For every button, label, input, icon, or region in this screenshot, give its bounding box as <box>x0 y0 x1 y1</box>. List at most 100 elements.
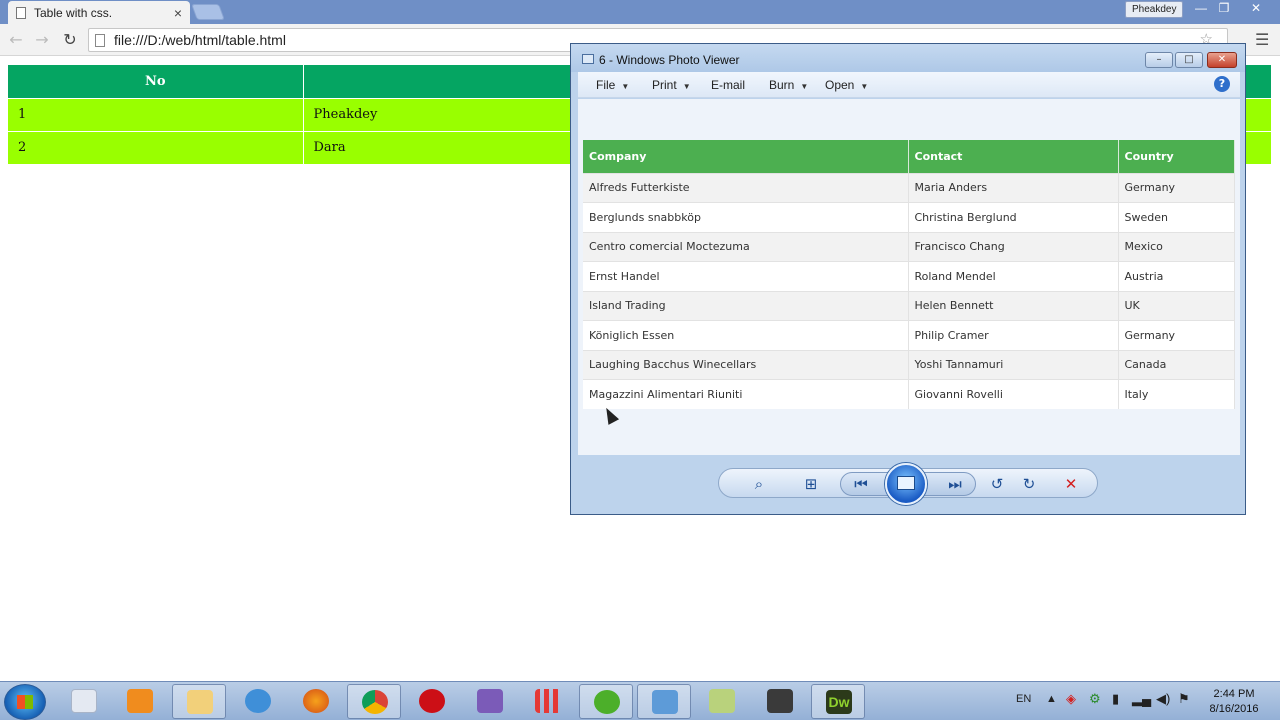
internet-explorer-icon <box>245 689 271 713</box>
forward-icon[interactable]: → <box>31 29 53 51</box>
viewer-titlebar[interactable]: 6 - Windows Photo Viewer – □ ✕ <box>571 44 1245 72</box>
taskbar-file-explorer[interactable] <box>172 684 226 719</box>
app-grid-icon <box>535 689 561 713</box>
cell-contact: Francisco Chang <box>908 231 1119 262</box>
taskbar-app-grid[interactable] <box>521 684 575 719</box>
tab-title: Table with css. <box>34 5 113 20</box>
browser-tab[interactable]: Table with css. × <box>8 1 190 24</box>
clock-date: 8/16/2016 <box>1209 703 1259 715</box>
dropdown-arrow-icon: ▼ <box>621 82 630 91</box>
dropdown-arrow-icon: ▼ <box>860 82 869 91</box>
table-row: Alfreds Futterkiste Maria Anders Germany <box>583 172 1235 203</box>
cell-company: Island Trading <box>583 290 909 321</box>
page-icon <box>95 33 105 47</box>
taskbar-firefox[interactable] <box>289 684 343 719</box>
viewer-close-button[interactable]: ✕ <box>1207 52 1237 68</box>
url-text[interactable]: file:///D:/web/html/table.html <box>114 32 286 48</box>
reload-icon[interactable]: ↻ <box>59 29 81 51</box>
header-country: Country <box>1118 140 1235 173</box>
delete-icon[interactable]: ✕ <box>1059 474 1083 494</box>
menu-print[interactable]: Print ▼ <box>652 78 691 92</box>
table-row: Magazzini Alimentari Riuniti Giovanni Ro… <box>583 379 1235 409</box>
help-icon[interactable]: ? <box>1214 76 1230 92</box>
slideshow-button[interactable] <box>885 463 927 505</box>
network-icon[interactable]: ▂▄ <box>1132 691 1151 707</box>
chrome-icon <box>362 690 388 714</box>
taskbar-visual-studio[interactable] <box>463 684 517 719</box>
utorrent-icon <box>594 690 620 714</box>
taskbar-media-player[interactable] <box>113 684 167 719</box>
taskbar-notes[interactable] <box>695 684 749 719</box>
viewer-minimize-button[interactable]: – <box>1145 52 1173 68</box>
cell-country: Austria <box>1118 261 1235 291</box>
menu-file[interactable]: File ▼ <box>596 78 629 92</box>
actual-size-icon[interactable]: ⊞ <box>799 474 823 494</box>
zoom-icon[interactable]: ⌕ <box>747 474 771 494</box>
table-row: Ernst Handel Roland Mendel Austria <box>583 261 1235 291</box>
new-tab-button[interactable] <box>191 4 225 20</box>
folder-icon <box>187 690 213 714</box>
action-center-flag-icon[interactable]: ⚑ <box>1178 691 1190 707</box>
taskbar-utorrent[interactable] <box>579 684 633 719</box>
volume-icon[interactable]: ◀) <box>1156 691 1170 707</box>
battery-icon[interactable]: ▮ <box>1112 691 1119 707</box>
document-icon <box>16 6 26 19</box>
show-hidden-icons-icon[interactable]: ▲ <box>1046 693 1057 705</box>
sync-icon[interactable]: ⚙ <box>1089 691 1101 707</box>
rotate-right-icon[interactable]: ↻ <box>1017 474 1041 494</box>
restore-icon[interactable]: ❐ <box>1213 1 1235 17</box>
back-icon[interactable]: ← <box>5 29 27 51</box>
system-clock[interactable]: 2:44 PM 8/16/2016 <box>1196 687 1272 717</box>
table-row: Island Trading Helen Bennett UK <box>583 290 1235 321</box>
cell-contact: Giovanni Rovelli <box>908 379 1119 409</box>
dropdown-arrow-icon: ▼ <box>682 82 691 91</box>
cell-company: Magazzini Alimentari Riuniti <box>583 379 909 409</box>
cell-no: 1 <box>8 97 304 131</box>
taskbar-camera-app[interactable] <box>753 684 807 719</box>
taskbar-chrome[interactable] <box>347 684 401 719</box>
previous-icon[interactable]: ⏮ <box>849 474 873 494</box>
minimize-icon[interactable]: — <box>1190 1 1212 17</box>
cell-contact: Christina Berglund <box>908 202 1119 232</box>
table-row: Laughing Bacchus Winecellars Yoshi Tanna… <box>583 349 1235 380</box>
scissors-icon <box>71 689 97 713</box>
cell-country: Italy <box>1118 379 1235 409</box>
taskbar-photo-viewer[interactable] <box>637 684 691 719</box>
opera-icon <box>419 689 445 713</box>
rotate-left-icon[interactable]: ↺ <box>985 474 1009 494</box>
close-window-icon[interactable]: ✕ <box>1245 1 1267 17</box>
browser-menu-icon[interactable]: ☰ <box>1255 30 1269 49</box>
taskbar-dreamweaver[interactable]: Dw <box>811 684 865 719</box>
table-row: Königlich Essen Philip Cramer Germany <box>583 320 1235 350</box>
photo-viewer-icon <box>652 690 678 714</box>
tab-close-icon[interactable]: × <box>174 5 182 21</box>
taskbar-snipping-tool[interactable] <box>57 684 111 719</box>
taskbar-opera[interactable] <box>405 684 459 719</box>
firefox-icon <box>303 689 329 713</box>
viewer-menubar: File ▼ Print ▼ E-mail Burn ▼ Open ▼ ? <box>578 72 1240 98</box>
viewer-maximize-button[interactable]: □ <box>1175 52 1203 68</box>
cell-company: Laughing Bacchus Winecellars <box>583 349 909 380</box>
media-player-icon <box>127 689 153 713</box>
visual-studio-icon <box>477 689 503 713</box>
table-row: Centro comercial Moctezuma Francisco Cha… <box>583 231 1235 262</box>
image-canvas: Company Contact Country Alfreds Futterki… <box>578 99 1240 455</box>
start-button[interactable] <box>4 684 46 720</box>
language-indicator[interactable]: EN <box>1016 693 1031 705</box>
profile-button[interactable]: Pheakdey <box>1125 1 1184 18</box>
image-table: Company Contact Country Alfreds Futterki… <box>583 140 1235 409</box>
antivirus-icon[interactable]: ◈ <box>1066 691 1076 707</box>
taskbar: Dw EN ▲ ◈ ⚙ ▮ ▂▄ ◀) ⚑ 2:44 PM 8/16/2016 <box>0 681 1280 720</box>
dreamweaver-icon: Dw <box>826 690 852 714</box>
dropdown-arrow-icon: ▼ <box>800 82 809 91</box>
next-icon[interactable]: ⏭ <box>943 474 967 494</box>
table-row: Berglunds snabbköp Christina Berglund Sw… <box>583 202 1235 232</box>
cell-country: UK <box>1118 290 1235 321</box>
menu-burn[interactable]: Burn ▼ <box>769 78 808 92</box>
menu-email[interactable]: E-mail <box>711 78 745 92</box>
menu-open[interactable]: Open ▼ <box>825 78 868 92</box>
windows-logo-icon <box>17 695 33 709</box>
header-company: Company <box>583 140 909 173</box>
browser-tab-bar: Table with css. × Pheakdey — ❐ ✕ <box>0 0 1280 24</box>
taskbar-internet-explorer[interactable] <box>231 684 285 719</box>
